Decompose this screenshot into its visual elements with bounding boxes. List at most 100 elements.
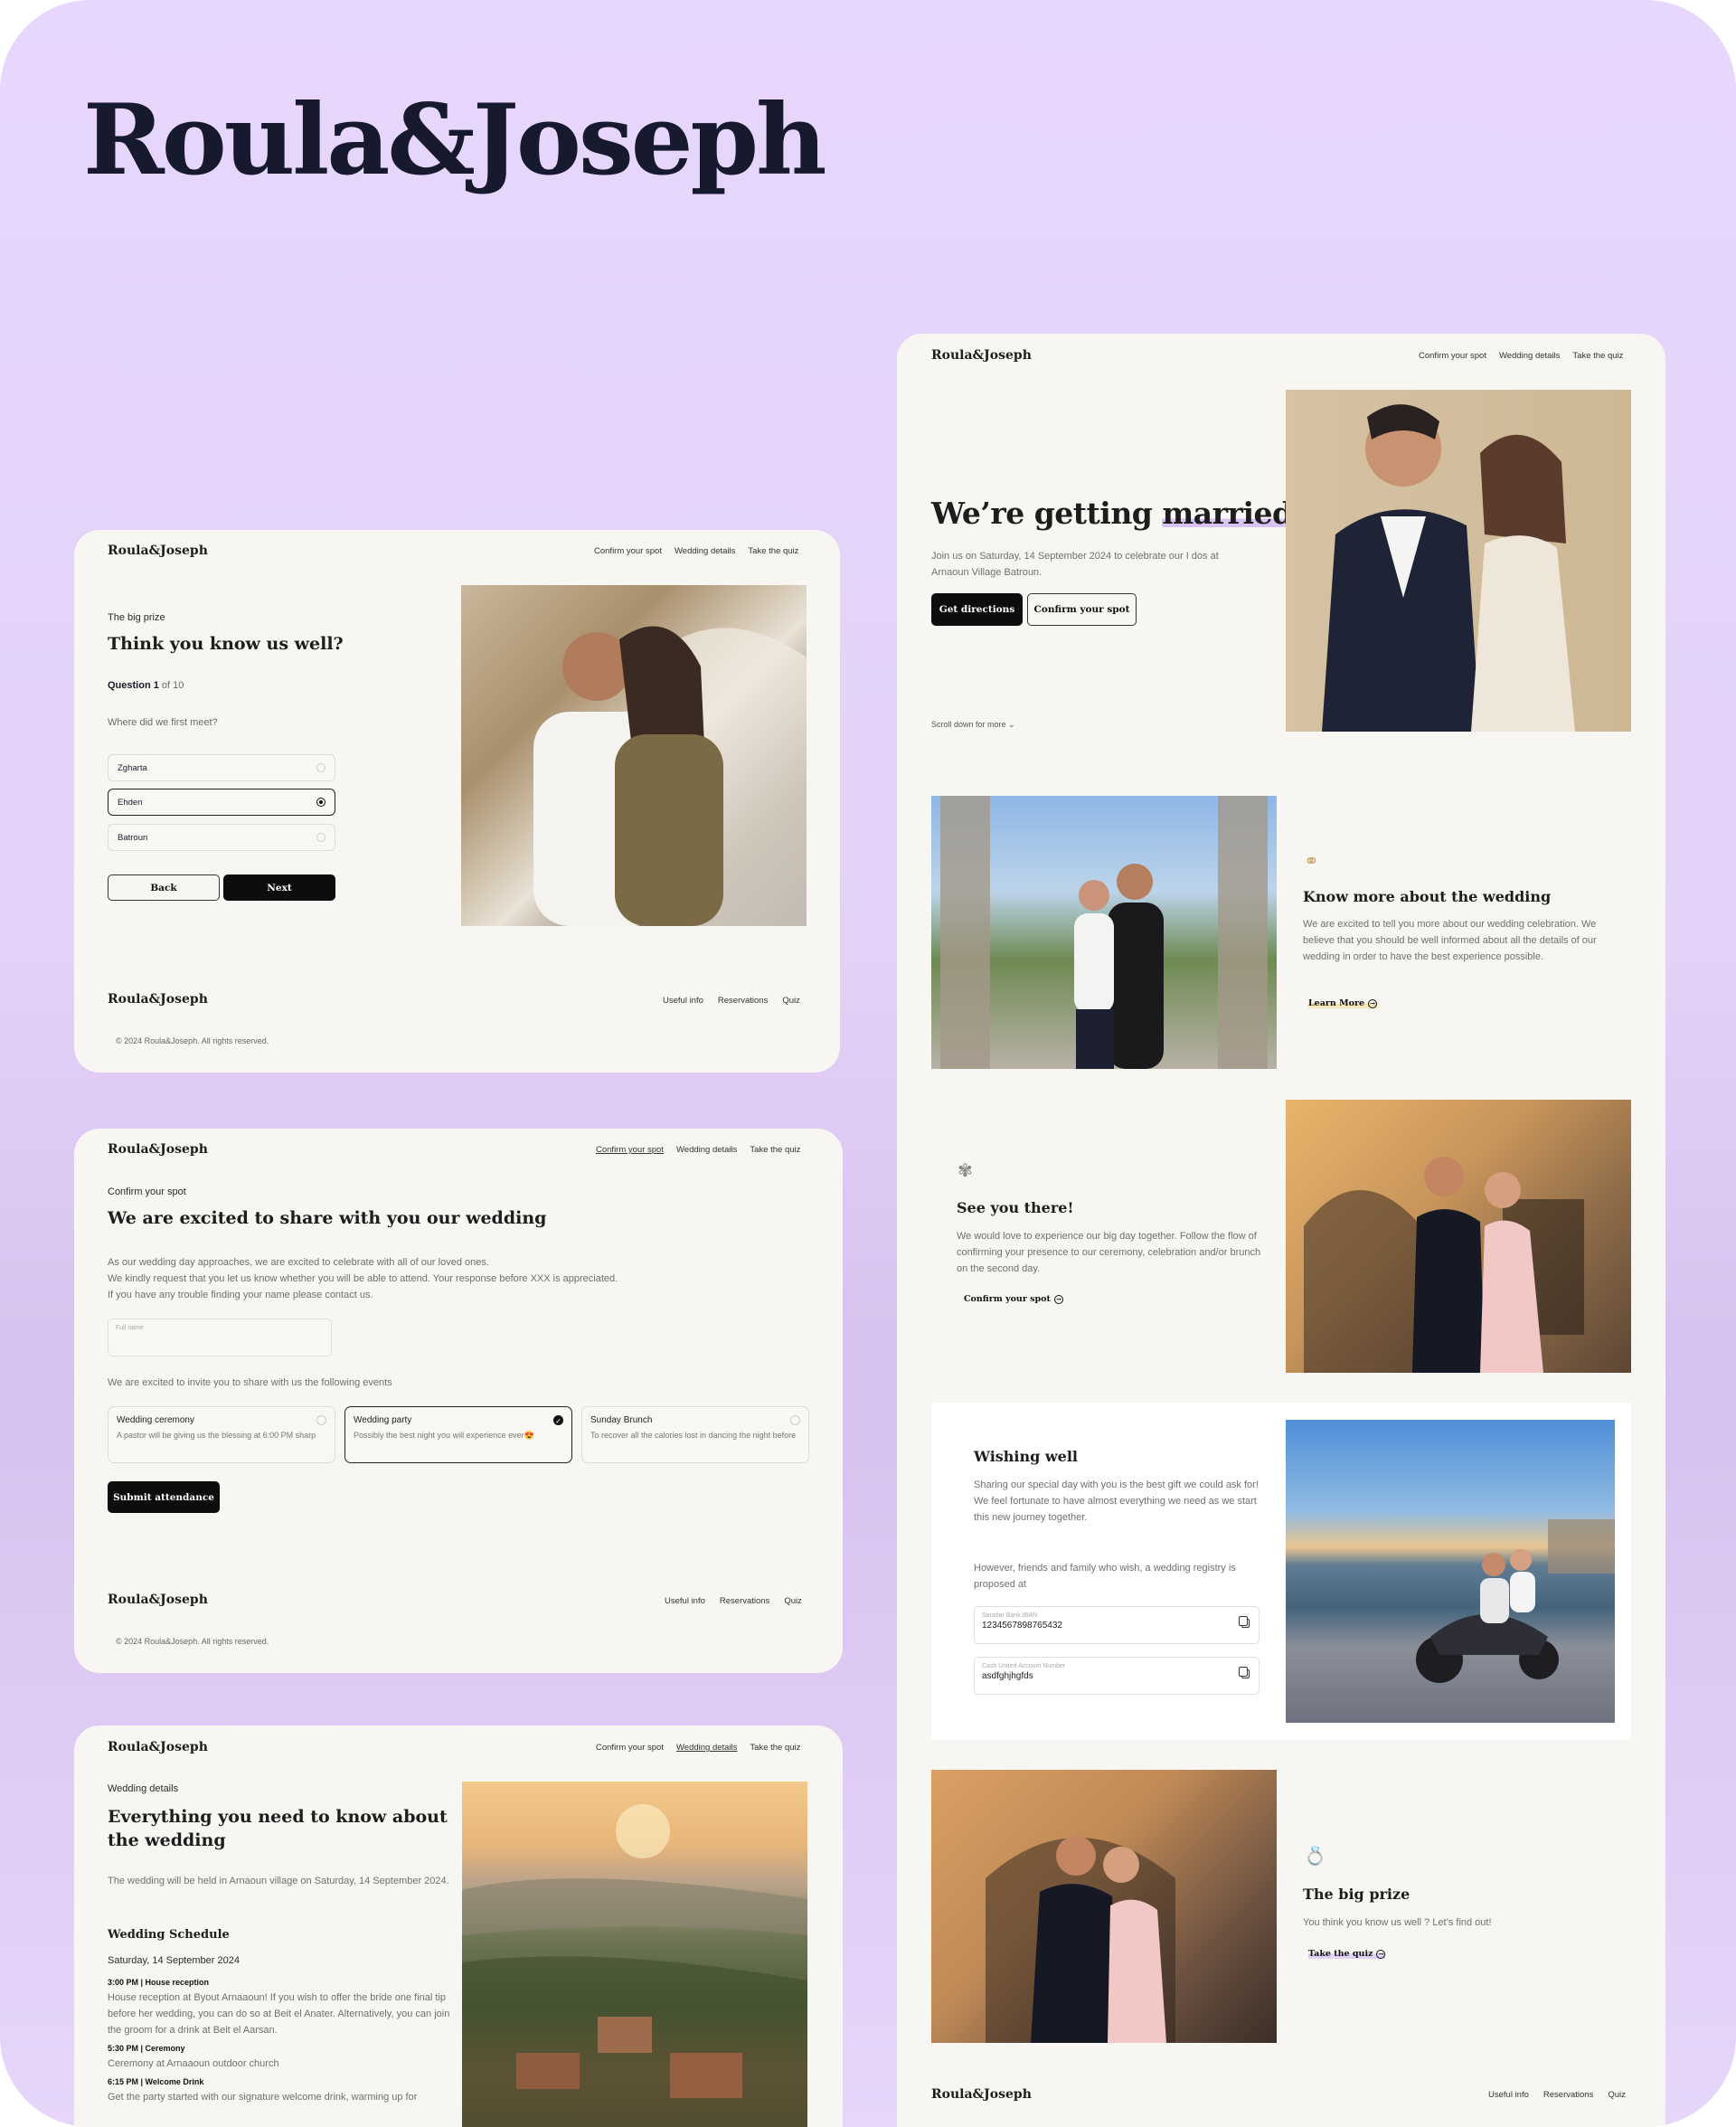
footer-nav: Useful info Reservations Quiz <box>665 1596 802 1606</box>
copy-icon[interactable] <box>1239 1616 1250 1628</box>
showcase-title: Roula&Joseph <box>83 83 827 197</box>
nav-quiz-link[interactable]: Take the quiz <box>1572 351 1623 361</box>
radio-icon <box>316 833 326 842</box>
intro-line: We kindly request that you let us know w… <box>108 1273 618 1284</box>
photo-illustration <box>533 626 807 926</box>
schedule-list: 3:00 PM | House reception House receptio… <box>108 1978 460 2105</box>
option-label: Batroun <box>118 832 148 843</box>
confirm-spot-link[interactable]: Confirm your spot → <box>964 1294 1063 1304</box>
footer-brand[interactable]: Roula&Joseph <box>108 1593 208 1607</box>
footer-useful-link[interactable]: Useful info <box>1488 2090 1529 2100</box>
nav-confirm-link[interactable]: Confirm your spot <box>596 1743 664 1753</box>
iban-field[interactable]: Saradar Bank IBAN 1234567898765432 <box>974 1606 1260 1644</box>
couple-photo-arch <box>461 585 807 926</box>
event-desc: A pastor will be giving us the blessing … <box>117 1431 316 1440</box>
quiz-eyebrow: The big prize <box>108 612 165 623</box>
brand-logo[interactable]: Roula&Joseph <box>108 1142 208 1157</box>
full-name-input[interactable]: Full name <box>108 1319 332 1357</box>
footer-nav: Useful info Reservations Quiz <box>1488 2090 1626 2100</box>
wish-title: Wishing well <box>974 1448 1078 1465</box>
learn-more-label: Learn More <box>1308 998 1365 1008</box>
chevron-down-icon: ⌄ <box>1008 720 1015 729</box>
village-aerial-photo <box>462 1782 807 2127</box>
question-label: Question 1 <box>108 680 159 691</box>
confirm-spot-button[interactable]: Confirm your spot <box>1027 593 1137 626</box>
schedule-time: 6:15 PM | Welcome Drink <box>108 2077 204 2086</box>
footer-useful-link[interactable]: Useful info <box>663 996 703 1006</box>
mirror-selfie-photo <box>931 796 1277 1069</box>
know-text: We are excited to tell you more about ou… <box>1303 919 1597 962</box>
nav-quiz-link[interactable]: Take the quiz <box>750 1743 800 1753</box>
hero-subtitle: Join us on Saturday, 14 September 2024 t… <box>931 551 1219 578</box>
footer-reservations-link[interactable]: Reservations <box>720 1596 769 1606</box>
next-button[interactable]: Next <box>223 874 335 901</box>
see-text: We would love to experience our big day … <box>957 1231 1261 1274</box>
confirm-spot-label: Confirm your spot <box>964 1294 1051 1304</box>
back-button[interactable]: Back <box>108 874 220 901</box>
intro-line: If you have any trouble finding your nam… <box>108 1290 373 1300</box>
footer-brand[interactable]: Roula&Joseph <box>931 2087 1032 2102</box>
nav-details-link[interactable]: Wedding details <box>1499 351 1560 361</box>
schedule-item: 6:15 PM | Welcome Drink Get the party st… <box>108 2077 460 2105</box>
account-number-field[interactable]: Cash United Account Number asdfghjhgfds <box>974 1657 1260 1695</box>
footer-quiz-link[interactable]: Quiz <box>1608 2090 1626 2100</box>
checkbox-checked-icon: ✓ <box>553 1415 563 1425</box>
event-desc: To recover all the calories lost in danc… <box>590 1431 797 1440</box>
rings-icon: ⚭ <box>1304 852 1319 872</box>
nav-details-link[interactable]: Wedding details <box>676 1145 737 1155</box>
couple-arch-photo <box>931 1770 1277 2043</box>
option-label: Ehden <box>118 797 143 808</box>
nav-confirm-link[interactable]: Confirm your spot <box>596 1145 664 1155</box>
hero-title: We’re getting married <box>931 496 1293 531</box>
event-card-ceremony[interactable]: Wedding ceremony A pastor will be giving… <box>108 1406 335 1463</box>
photo-illustration <box>1304 1157 1584 1373</box>
scooter-seaside-photo <box>1286 1420 1615 1723</box>
get-directions-button[interactable]: Get directions <box>931 593 1023 626</box>
details-intro: The wedding will be held in Arnaoun vill… <box>108 1876 449 1886</box>
checkbox-icon <box>316 1415 326 1425</box>
footer-nav: Useful info Reservations Quiz <box>663 996 800 1006</box>
full-name-placeholder: Full name <box>116 1325 144 1331</box>
iban-label: Saradar Bank IBAN <box>982 1612 1038 1619</box>
event-title: Wedding party <box>354 1415 412 1425</box>
ring-icon: 💍 <box>1304 1847 1326 1867</box>
hero-couple-photo <box>1286 390 1631 732</box>
nav-quiz-link[interactable]: Take the quiz <box>748 546 798 556</box>
footer-quiz-link[interactable]: Quiz <box>784 1596 802 1606</box>
quiz-option-batroun[interactable]: Batroun <box>108 824 335 851</box>
footer-quiz-link[interactable]: Quiz <box>782 996 800 1006</box>
scroll-hint[interactable]: Scroll down for more ⌄ <box>931 720 1015 730</box>
schedule-desc: House reception at Byout Arnaaoun! If yo… <box>108 1992 450 2036</box>
nav-confirm-link[interactable]: Confirm your spot <box>1419 351 1486 361</box>
schedule-item: 3:00 PM | House reception House receptio… <box>108 1978 460 2038</box>
details-eyebrow: Wedding details <box>108 1783 179 1794</box>
schedule-desc: Get the party started with our signature… <box>108 2092 418 2103</box>
footer-reservations-link[interactable]: Reservations <box>718 996 768 1006</box>
take-quiz-link[interactable]: Take the quiz → <box>1308 1949 1386 1959</box>
footer-reservations-link[interactable]: Reservations <box>1543 2090 1593 2100</box>
nav-details-link[interactable]: Wedding details <box>675 546 735 556</box>
learn-more-link[interactable]: Learn More → <box>1308 998 1378 1008</box>
account-value: asdfghjhgfds <box>982 1671 1033 1681</box>
event-card-party[interactable]: Wedding party Possibly the best night yo… <box>344 1406 572 1463</box>
radio-icon <box>316 763 326 772</box>
copyright: © 2024 Roula&Joseph. All rights reserved… <box>116 1036 269 1045</box>
copyright: © 2024 Roula&Joseph. All rights reserved… <box>116 1637 269 1646</box>
quiz-option-ehden[interactable]: Ehden <box>108 789 335 816</box>
brand-logo[interactable]: Roula&Joseph <box>108 544 208 558</box>
question-counter: Question 1 of 10 <box>108 680 184 691</box>
copy-icon[interactable] <box>1239 1667 1250 1678</box>
quiz-option-zgharta[interactable]: Zgharta <box>108 754 335 781</box>
brand-logo[interactable]: Roula&Joseph <box>931 348 1032 363</box>
footer-brand[interactable]: Roula&Joseph <box>108 992 208 1007</box>
submit-attendance-button[interactable]: Submit attendance <box>108 1481 220 1513</box>
nav-details-link[interactable]: Wedding details <box>676 1743 737 1753</box>
nav-quiz-link[interactable]: Take the quiz <box>750 1145 800 1155</box>
footer-useful-link[interactable]: Useful info <box>665 1596 705 1606</box>
wish-text-2: However, friends and family who wish, a … <box>974 1563 1236 1590</box>
hero-title-highlight: married <box>1162 496 1293 531</box>
nav-confirm-link[interactable]: Confirm your spot <box>594 546 662 556</box>
event-card-brunch[interactable]: Sunday Brunch To recover all the calorie… <box>581 1406 809 1463</box>
top-nav: Confirm your spot Wedding details Take t… <box>594 546 798 556</box>
brand-logo[interactable]: Roula&Joseph <box>108 1740 208 1754</box>
